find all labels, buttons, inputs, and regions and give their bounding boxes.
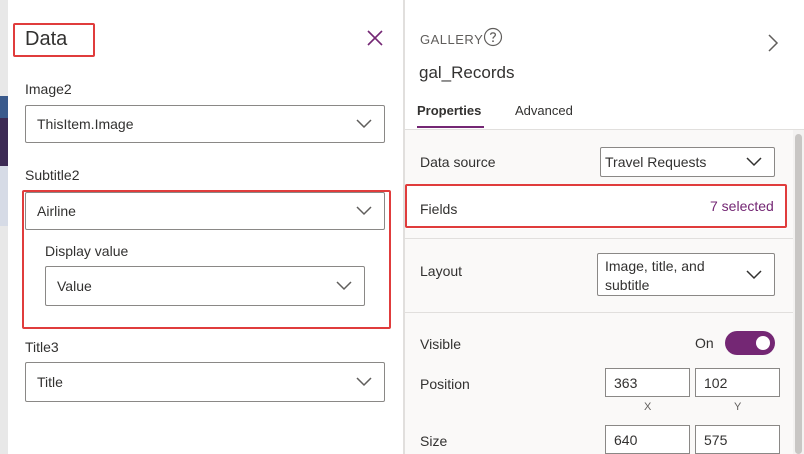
image-field-value: ThisItem.Image (37, 116, 134, 132)
axis-y-label: Y (734, 401, 742, 413)
layout-label: Layout (420, 263, 463, 279)
chevron-down-icon (356, 206, 372, 216)
close-icon[interactable] (364, 27, 386, 49)
section-divider (405, 238, 793, 239)
layout-value-line1: Image, title, and (605, 258, 705, 274)
title-field-label: Title3 (25, 339, 59, 355)
data-source-label: Data source (420, 154, 496, 170)
title-field-dropdown[interactable]: Title (25, 362, 385, 402)
canvas-edge-block (0, 96, 8, 118)
visible-state-text: On (695, 335, 714, 351)
position-x-input[interactable]: 363 (605, 368, 690, 397)
display-value-label: Display value (45, 243, 129, 259)
title-field-value: Title (37, 374, 63, 390)
size-width-input[interactable]: 640 (605, 425, 690, 454)
scrollbar-thumb[interactable] (795, 134, 802, 454)
data-source-dropdown[interactable]: Travel Requests (600, 147, 775, 177)
subtitle-field-dropdown[interactable]: Airline (25, 192, 385, 230)
subtitle-field-value: Airline (37, 203, 76, 219)
tab-properties[interactable]: Properties (417, 103, 481, 118)
help-icon[interactable] (483, 27, 503, 47)
fields-selected-link[interactable]: 7 selected (710, 198, 774, 214)
visible-toggle[interactable] (725, 331, 775, 355)
image-field-dropdown[interactable]: ThisItem.Image (25, 105, 385, 143)
subtitle-field-label: Subtitle2 (25, 167, 80, 183)
canvas-edge-block (0, 166, 8, 226)
fields-label: Fields (420, 201, 458, 217)
header-divider (405, 129, 804, 130)
layout-value-line2: subtitle (605, 277, 650, 293)
display-value-value: Value (57, 278, 92, 294)
position-y-input[interactable]: 102 (695, 368, 780, 397)
control-name: gal_Records (419, 63, 515, 82)
chevron-down-icon (746, 157, 762, 167)
section-divider (405, 312, 793, 313)
size-label: Size (420, 433, 448, 449)
axis-x-label: X (644, 401, 652, 413)
data-source-value: Travel Requests (605, 154, 707, 170)
toggle-knob (756, 336, 770, 350)
position-label: Position (420, 376, 470, 392)
image-field-label: Image2 (25, 81, 72, 97)
active-tab-indicator (417, 126, 484, 128)
layout-dropdown[interactable]: Image, title, and subtitle (597, 253, 775, 296)
chevron-down-icon (356, 119, 372, 129)
canvas-edge-block (0, 118, 8, 166)
chevron-down-icon (336, 281, 352, 291)
chevron-down-icon (356, 377, 372, 387)
chevron-right-icon[interactable] (766, 33, 780, 53)
visible-label: Visible (420, 336, 461, 352)
highlight-box-title (13, 23, 95, 57)
control-type-label: GALLERY (420, 32, 484, 47)
canvas-edge (0, 0, 8, 454)
tab-advanced[interactable]: Advanced (515, 103, 573, 118)
display-value-dropdown[interactable]: Value (45, 266, 365, 306)
size-height-input[interactable]: 575 (695, 425, 780, 454)
chevron-down-icon (746, 269, 762, 279)
